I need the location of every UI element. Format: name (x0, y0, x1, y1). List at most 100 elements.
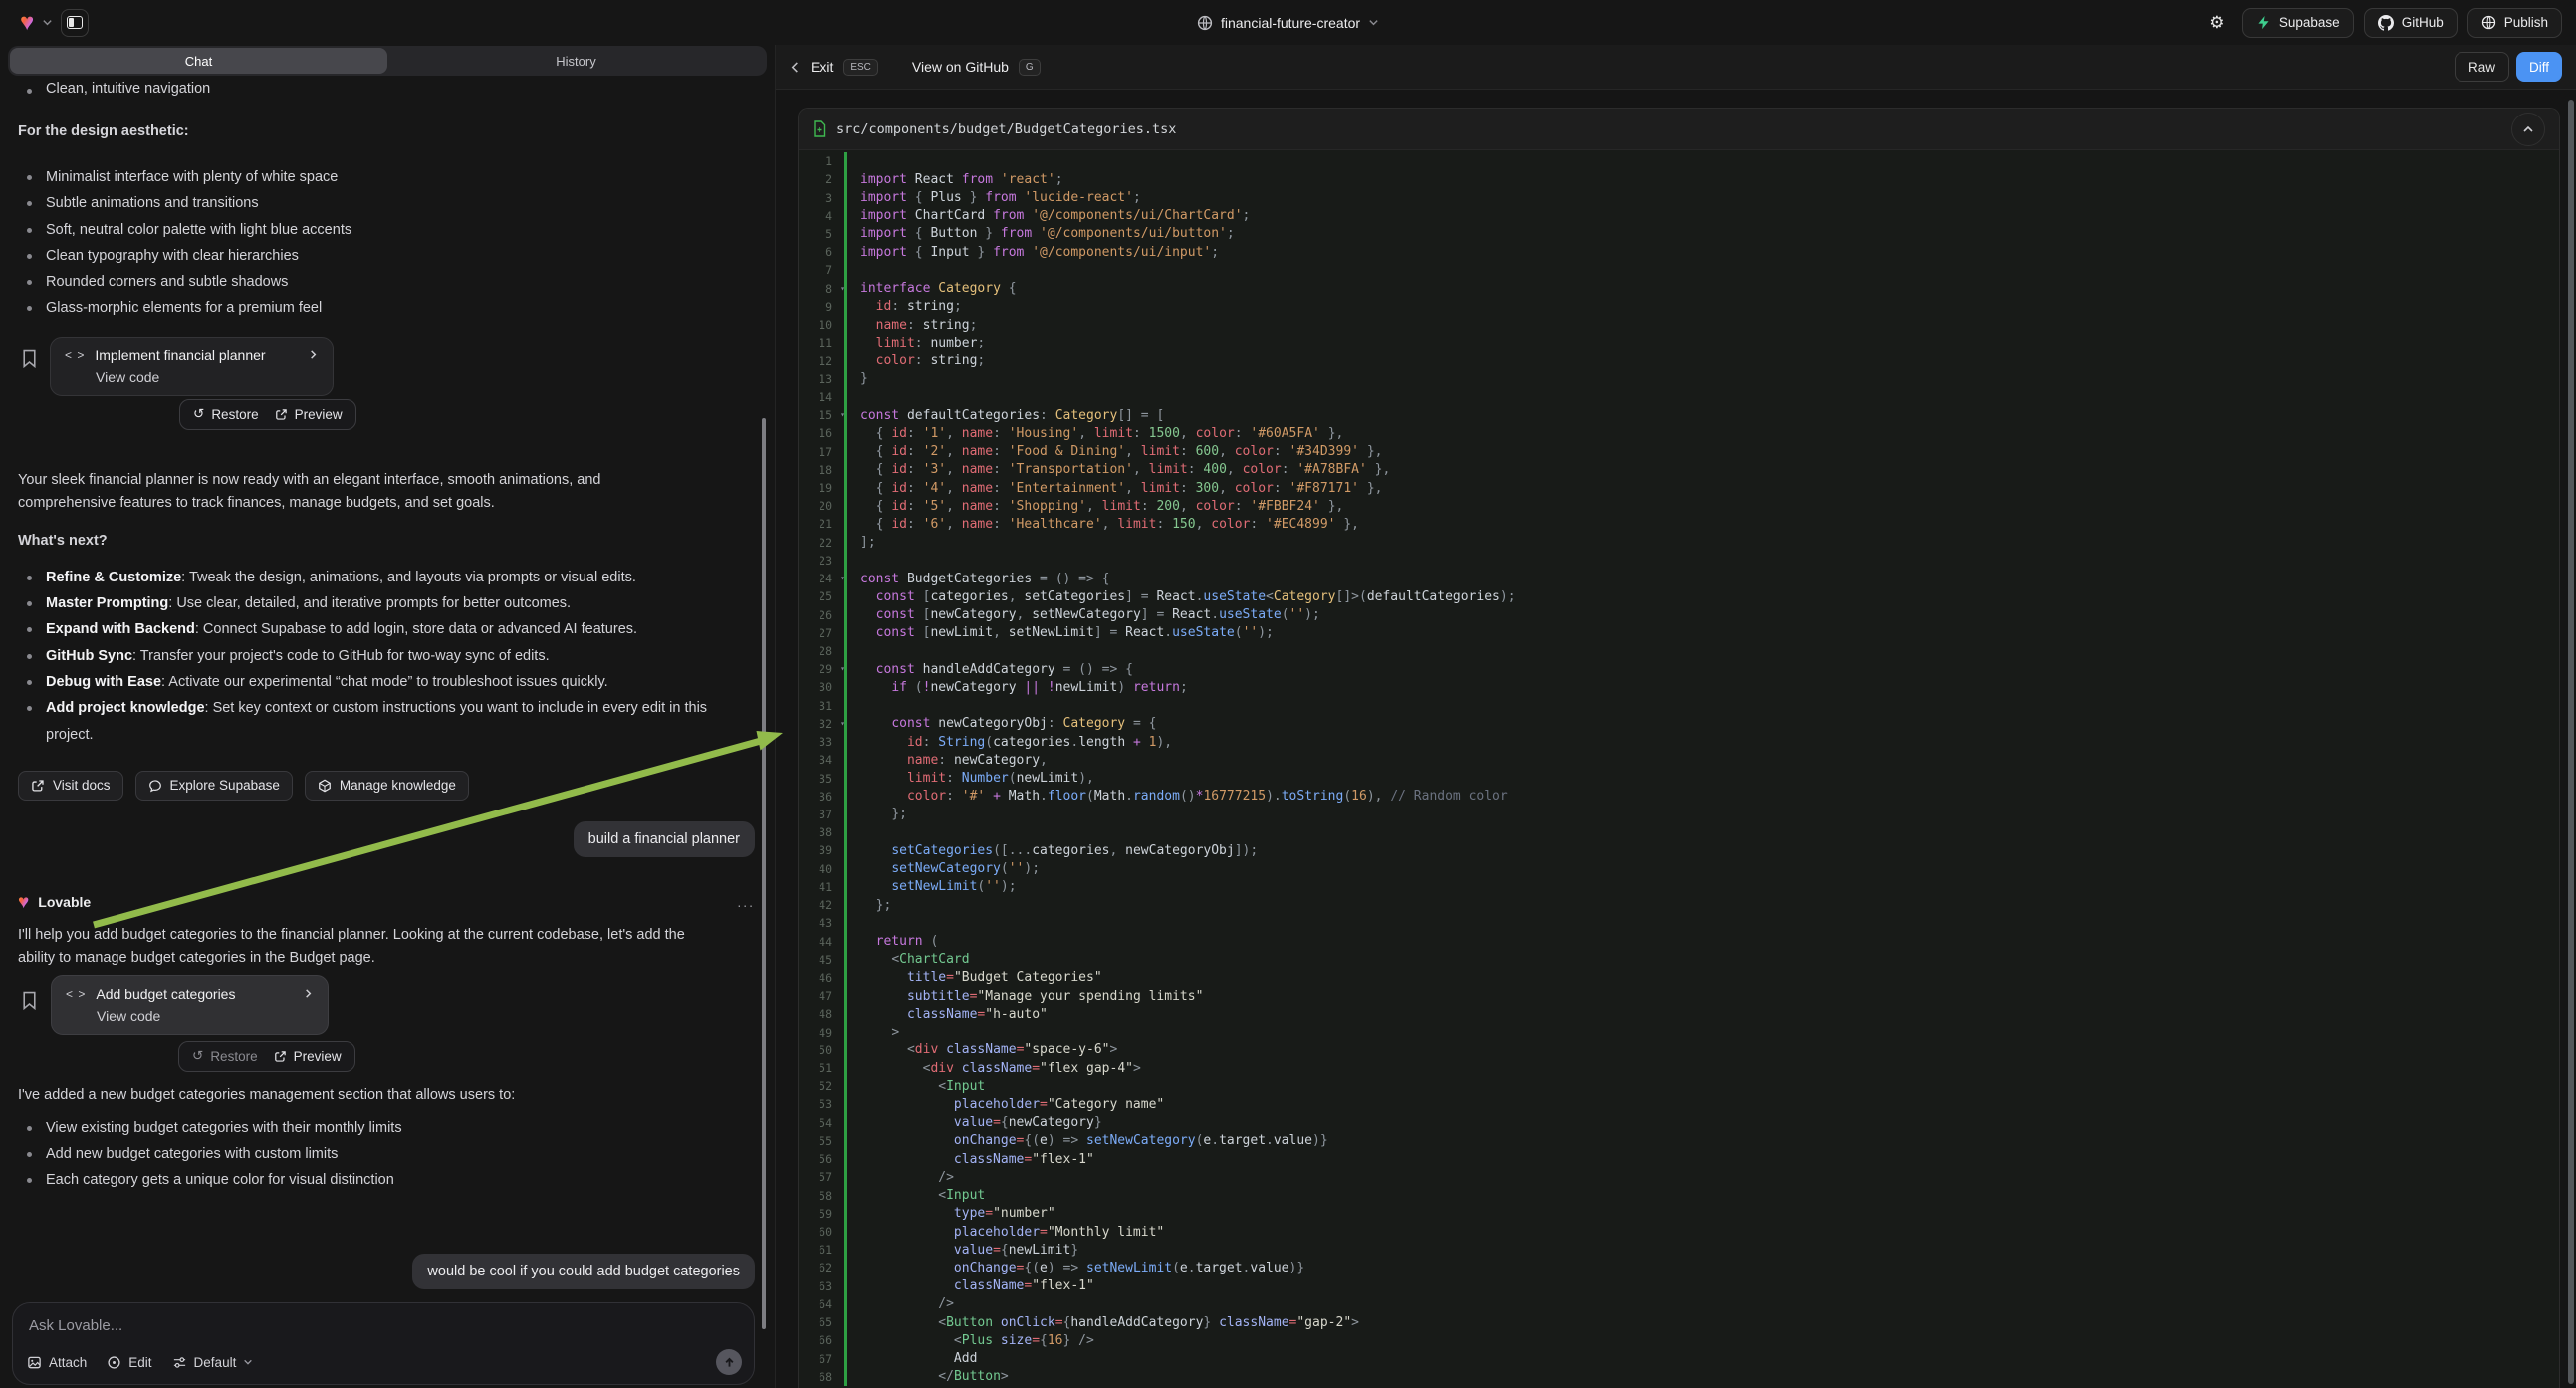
chevron-right-icon[interactable] (308, 349, 319, 360)
user-message-row: build a financial planner (18, 821, 755, 857)
code-line: 54 value={newCategory} (799, 1114, 2559, 1132)
code-line: 14 (799, 388, 2559, 406)
project-name: financial-future-creator (1221, 15, 1360, 31)
edit-mode-button[interactable]: Edit (107, 1355, 151, 1370)
publish-globe-icon (2481, 15, 2496, 30)
send-button[interactable] (716, 1349, 742, 1375)
code-line: 29▾ const handleAddCategory = () => { (799, 660, 2559, 678)
code-line: 68 </Button> (799, 1368, 2559, 1386)
message-menu-button[interactable]: ... (737, 894, 755, 910)
tab-chat[interactable]: Chat (10, 48, 387, 74)
manage-knowledge-button[interactable]: Manage knowledge (305, 771, 469, 801)
file-header[interactable]: src/components/budget/BudgetCategories.t… (799, 109, 2559, 150)
code-line: 28 (799, 642, 2559, 660)
added-bullet-list: View existing budget categories with the… (18, 1115, 755, 1194)
diff-toggle-button[interactable]: Diff (2516, 52, 2562, 82)
code-icon: < > (66, 987, 86, 1001)
code-icon: < > (65, 348, 85, 362)
intro-bullet-list: Clean, intuitive navigation (18, 78, 755, 101)
bookmark-icon[interactable] (22, 991, 37, 1010)
code-line: 39 setCategories([...categories, newCate… (799, 841, 2559, 859)
code-line: 56 className="flex-1" (799, 1150, 2559, 1168)
tab-history[interactable]: History (387, 48, 765, 74)
chevron-left-icon[interactable] (790, 61, 801, 74)
supabase-button[interactable]: Supabase (2242, 8, 2354, 38)
view-code-link[interactable]: View code (96, 369, 319, 385)
code-line: 67 Add (799, 1349, 2559, 1367)
code-content[interactable]: 12import React from 'react';3import { Pl… (799, 150, 2559, 1388)
visit-docs-label: Visit docs (53, 778, 111, 793)
version-block-2: < > Add budget categories View code ↺Res… (18, 973, 755, 1072)
design-heading: For the design aesthetic: (18, 120, 755, 143)
mode-select[interactable]: Default (172, 1355, 254, 1370)
chat-message-list[interactable]: Clean, intuitive navigation For the desi… (0, 78, 775, 1302)
list-item: Each category gets a unique color for vi… (18, 1167, 755, 1193)
exit-button[interactable]: Exit (811, 59, 833, 75)
user-message-row: would be cool if you could add budget ca… (18, 1254, 755, 1289)
code-line: 62 onChange={(e) => setNewLimit(e.target… (799, 1259, 2559, 1276)
version-card-add-budget-categories[interactable]: < > Add budget categories View code (51, 975, 329, 1035)
code-line: 27 const [newLimit, setNewLimit] = React… (799, 624, 2559, 642)
list-item: Glass-morphic elements for a premium fee… (18, 295, 755, 321)
version-block-1: < > Implement financial planner View cod… (18, 337, 755, 453)
image-attach-icon (27, 1355, 42, 1370)
code-line: 19 { id: '4', name: 'Entertainment', lim… (799, 479, 2559, 497)
code-line: 51 <div className="flex gap-4"> (799, 1059, 2559, 1077)
code-line: 32▾ const newCategoryObj: Category = { (799, 715, 2559, 733)
code-viewer-toolbar: Exit ESC View on GitHub G Raw Diff (776, 45, 2576, 90)
code-line: 38 (799, 823, 2559, 841)
github-button[interactable]: GitHub (2364, 8, 2458, 38)
code-line: 1 (799, 152, 2559, 170)
settings-button[interactable]: ⚙ (2201, 8, 2232, 38)
chevron-right-icon[interactable] (303, 988, 314, 999)
chat-input[interactable]: Ask Lovable... Attach Edit Default (12, 1302, 755, 1385)
raw-toggle-button[interactable]: Raw (2455, 52, 2509, 82)
code-line: 23 (799, 552, 2559, 570)
restore-preview-toolbar: ↺Restore Preview (179, 399, 356, 430)
top-bar: ♥ financial-future-creator ⚙ Supabase Gi… (0, 0, 2576, 45)
external-link-icon (275, 408, 288, 421)
code-line: 24▾const BudgetCategories = () => { (799, 570, 2559, 587)
quick-actions-row: Visit docs Explore Supabase Manage knowl… (18, 771, 755, 801)
attach-button[interactable]: Attach (27, 1355, 87, 1370)
attach-label: Attach (49, 1355, 87, 1370)
view-on-github-button[interactable]: View on GitHub (912, 59, 1009, 75)
explore-supabase-button[interactable]: Explore Supabase (135, 771, 293, 801)
code-line: 55 onChange={(e) => setNewCategory(e.tar… (799, 1132, 2559, 1150)
preview-button[interactable]: Preview (274, 1049, 342, 1064)
visit-docs-button[interactable]: Visit docs (18, 771, 123, 801)
project-switcher[interactable]: financial-future-creator (0, 0, 2576, 45)
code-line: 11 limit: number; (799, 334, 2559, 351)
version-title: Add budget categories (96, 986, 293, 1002)
supabase-label: Supabase (2279, 15, 2340, 30)
code-line: 15▾const defaultCategories: Category[] =… (799, 406, 2559, 424)
version-card-implement-planner[interactable]: < > Implement financial planner View cod… (50, 337, 334, 396)
next-steps-list: Refine & Customize: Tweak the design, an… (18, 565, 715, 748)
bookmark-icon[interactable] (22, 349, 37, 368)
window-scrollbar[interactable] (2568, 100, 2574, 1384)
arrow-up-icon (723, 1356, 736, 1369)
assistant-name: Lovable (38, 894, 728, 910)
code-line: 4import ChartCard from '@/components/ui/… (799, 207, 2559, 225)
edit-label: Edit (128, 1355, 151, 1370)
file-added-icon (813, 120, 826, 137)
chat-input-toolbar: Attach Edit Default (27, 1349, 742, 1375)
chevron-up-icon (2522, 123, 2534, 135)
chat-bubble-icon (148, 779, 162, 793)
publish-button[interactable]: Publish (2467, 8, 2562, 38)
preview-button[interactable]: Preview (275, 407, 343, 422)
code-line: 66 <Plus size={16} /> (799, 1331, 2559, 1349)
restore-button[interactable]: ↺Restore (192, 1048, 258, 1064)
list-item: Add project knowledge: Set key context o… (18, 695, 715, 748)
restore-label: Restore (211, 407, 258, 422)
explore-supabase-label: Explore Supabase (170, 778, 280, 793)
restore-button[interactable]: ↺Restore (193, 406, 259, 422)
code-line: 34 name: newCategory, (799, 751, 2559, 769)
code-line: 2import React from 'react'; (799, 170, 2559, 188)
whats-next-heading: What's next? (18, 530, 755, 553)
view-code-link[interactable]: View code (97, 1008, 314, 1024)
restore-icon: ↺ (192, 1048, 203, 1064)
ready-paragraph: Your sleek financial planner is now read… (18, 469, 690, 515)
chat-scrollbar[interactable] (762, 418, 766, 1329)
collapse-file-button[interactable] (2511, 113, 2545, 146)
